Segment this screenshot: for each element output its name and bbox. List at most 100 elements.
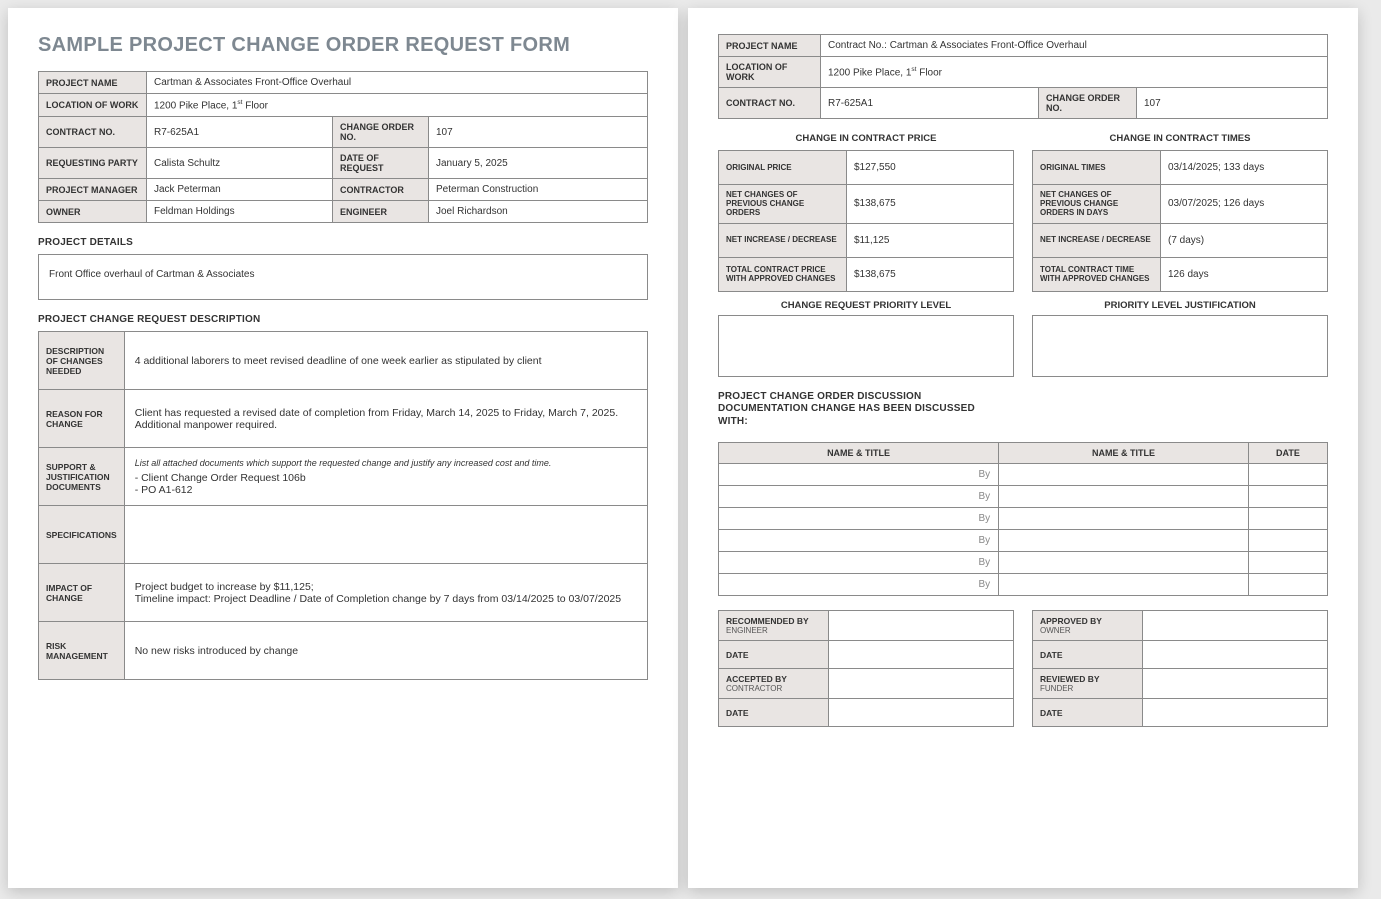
heading-change-times: CHANGE IN CONTRACT TIMES <box>1032 133 1328 144</box>
value-project-name: Cartman & Associates Front-Office Overha… <box>147 72 648 94</box>
label-acc-date: DATE <box>719 699 829 727</box>
label-pm: PROJECT MANAGER <box>39 179 147 201</box>
label-reviewed-by: REVIEWED BYFUNDER <box>1033 669 1143 699</box>
label-rev-date: DATE <box>1033 699 1143 727</box>
label-accepted-by: ACCEPTED BYCONTRACTOR <box>719 669 829 699</box>
value-reason: Client has requested a revised date of c… <box>124 390 647 448</box>
value-approved-by <box>1143 611 1328 641</box>
label-project-name: PROJECT NAME <box>39 72 147 94</box>
label-net-prev-price: NET CHANGES OF PREVIOUS CHANGE ORDERS <box>719 185 847 224</box>
value-contract-no-2: R7-625A1 <box>821 88 1039 119</box>
value-total-times: 126 days <box>1161 257 1328 291</box>
disc-row-by: By <box>719 530 999 552</box>
page-1: SAMPLE PROJECT CHANGE ORDER REQUEST FORM… <box>8 8 678 888</box>
disc-row-by: By <box>719 508 999 530</box>
value-net-incdec-price: $11,125 <box>847 223 1014 257</box>
value-desc-needed: 4 additional laborers to meet revised de… <box>124 332 647 390</box>
value-engineer: Joel Richardson <box>429 201 648 223</box>
value-reviewed-by <box>1143 669 1328 699</box>
section-change-desc: PROJECT CHANGE REQUEST DESCRIPTION <box>38 314 648 325</box>
value-accepted-by <box>829 669 1014 699</box>
label-change-order-no: CHANGE ORDER NO. <box>333 117 429 148</box>
label-orig-price: ORIGINAL PRICE <box>719 151 847 185</box>
label-contract-no: CONTRACT NO. <box>39 117 147 148</box>
page-title: SAMPLE PROJECT CHANGE ORDER REQUEST FORM <box>38 34 648 57</box>
page-2: PROJECT NAME Contract No.: Cartman & Ass… <box>688 8 1358 888</box>
label-total-times: TOTAL CONTRACT TIME WITH APPROVED CHANGE… <box>1033 257 1161 291</box>
label-recommended-by: RECOMMENDED BYENGINEER <box>719 611 829 641</box>
col-date: DATE <box>1248 443 1327 464</box>
value-change-order-no-2: 107 <box>1137 88 1328 119</box>
price-table: ORIGINAL PRICE$127,550 NET CHANGES OF PR… <box>718 150 1014 292</box>
section-discussion: PROJECT CHANGE ORDER DISCUSSION DOCUMENT… <box>718 391 998 429</box>
value-pm: Jack Peterman <box>147 179 333 201</box>
value-date-request: January 5, 2025 <box>429 148 648 179</box>
value-orig-price: $127,550 <box>847 151 1014 185</box>
discussion-table: NAME & TITLE NAME & TITLE DATE By By By … <box>718 442 1328 596</box>
value-requesting-party: Calista Schultz <box>147 148 333 179</box>
label-app-date: DATE <box>1033 641 1143 669</box>
label-location-2: LOCATION OF WORK <box>719 57 821 88</box>
label-total-price: TOTAL CONTRACT PRICE WITH APPROVED CHANG… <box>719 257 847 291</box>
col-name-title-2: NAME & TITLE <box>999 443 1249 464</box>
label-change-order-no-2: CHANGE ORDER NO. <box>1039 88 1137 119</box>
value-location: 1200 Pike Place, 1st Floor <box>147 94 648 117</box>
label-net-prev-times: NET CHANGES OF PREVIOUS CHANGE ORDERS IN… <box>1033 185 1161 224</box>
label-rec-date: DATE <box>719 641 829 669</box>
label-location: LOCATION OF WORK <box>39 94 147 117</box>
sig-right-table: APPROVED BYOWNER DATE REVIEWED BYFUNDER … <box>1032 610 1328 727</box>
label-date-request: DATE OF REQUEST <box>333 148 429 179</box>
label-contractor: CONTRACTOR <box>333 179 429 201</box>
label-desc-needed: DESCRIPTION OF CHANGES NEEDED <box>39 332 125 390</box>
value-rec-date <box>829 641 1014 669</box>
header-table: PROJECT NAME Cartman & Associates Front-… <box>38 71 648 223</box>
value-owner: Feldman Holdings <box>147 201 333 223</box>
label-net-incdec-times: NET INCREASE / DECREASE <box>1033 223 1161 257</box>
section-project-details: PROJECT DETAILS <box>38 237 648 248</box>
change-desc-table: DESCRIPTION OF CHANGES NEEDED4 additiona… <box>38 331 648 680</box>
label-specs: SPECIFICATIONS <box>39 506 125 564</box>
heading-priority-level: CHANGE REQUEST PRIORITY LEVEL <box>718 300 1014 311</box>
heading-priority-just: PRIORITY LEVEL JUSTIFICATION <box>1032 300 1328 311</box>
times-table: ORIGINAL TIMES03/14/2025; 133 days NET C… <box>1032 150 1328 292</box>
value-net-prev-times: 03/07/2025; 126 days <box>1161 185 1328 224</box>
value-orig-times: 03/14/2025; 133 days <box>1161 151 1328 185</box>
value-total-price: $138,675 <box>847 257 1014 291</box>
disc-row-by: By <box>719 486 999 508</box>
value-contractor: Peterman Construction <box>429 179 648 201</box>
disc-row-by: By <box>719 464 999 486</box>
value-recommended-by <box>829 611 1014 641</box>
label-contract-no-2: CONTRACT NO. <box>719 88 821 119</box>
label-reason: REASON FOR CHANGE <box>39 390 125 448</box>
label-risk: RISK MANAGEMENT <box>39 622 125 680</box>
label-engineer: ENGINEER <box>333 201 429 223</box>
value-change-order-no: 107 <box>429 117 648 148</box>
project-details-box: Front Office overhaul of Cartman & Assoc… <box>38 254 648 300</box>
value-net-prev-price: $138,675 <box>847 185 1014 224</box>
col-name-title-1: NAME & TITLE <box>719 443 999 464</box>
value-net-incdec-times: (7 days) <box>1161 223 1328 257</box>
sig-left-table: RECOMMENDED BYENGINEER DATE ACCEPTED BYC… <box>718 610 1014 727</box>
value-support-docs: List all attached documents which suppor… <box>124 448 647 506</box>
priority-just-box <box>1032 315 1328 377</box>
value-rev-date <box>1143 699 1328 727</box>
heading-change-price: CHANGE IN CONTRACT PRICE <box>718 133 1014 144</box>
disc-row-by: By <box>719 574 999 596</box>
label-requesting-party: REQUESTING PARTY <box>39 148 147 179</box>
value-location-2: 1200 Pike Place, 1st Floor <box>821 57 1328 88</box>
label-approved-by: APPROVED BYOWNER <box>1033 611 1143 641</box>
value-acc-date <box>829 699 1014 727</box>
label-project-name-2: PROJECT NAME <box>719 35 821 57</box>
value-specs <box>124 506 647 564</box>
value-impact: Project budget to increase by $11,125; T… <box>124 564 647 622</box>
label-support-docs: SUPPORT & JUSTIFICATION DOCUMENTS <box>39 448 125 506</box>
label-owner: OWNER <box>39 201 147 223</box>
value-risk: No new risks introduced by change <box>124 622 647 680</box>
value-contract-no: R7-625A1 <box>147 117 333 148</box>
label-net-incdec-price: NET INCREASE / DECREASE <box>719 223 847 257</box>
value-project-name-2: Contract No.: Cartman & Associates Front… <box>821 35 1328 57</box>
priority-level-box <box>718 315 1014 377</box>
label-orig-times: ORIGINAL TIMES <box>1033 151 1161 185</box>
value-app-date <box>1143 641 1328 669</box>
label-impact: IMPACT OF CHANGE <box>39 564 125 622</box>
